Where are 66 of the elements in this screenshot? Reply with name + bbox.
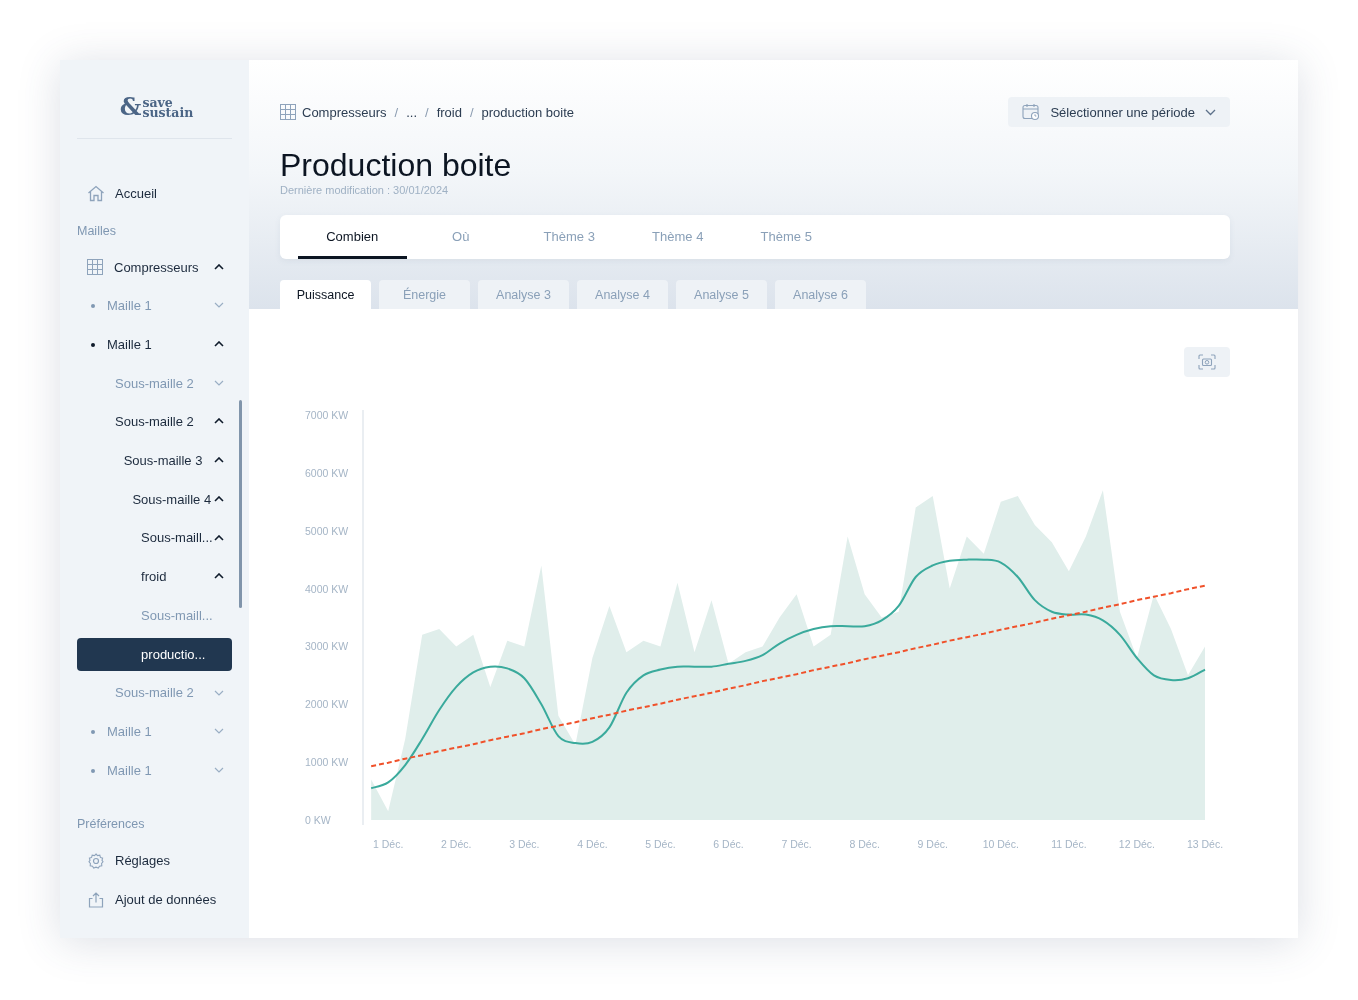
section-label: Mailles: [77, 222, 117, 240]
scrollbar-thumb[interactable]: [239, 399, 242, 608]
y-tick-label: 6000 KW: [305, 466, 349, 479]
chevron-icon: [1205, 108, 1216, 116]
chevron-icon[interactable]: [214, 534, 224, 541]
breadcrumb-link[interactable]: production boite: [481, 104, 575, 120]
tree-item[interactable]: Sous-maille 3: [123, 452, 203, 468]
breadcrumb-separator: /: [425, 104, 429, 120]
nav-item[interactable]: Accueil: [115, 185, 157, 201]
x-tick-label: 7 Déc.: [781, 838, 812, 850]
y-tick-label: 1000 KW: [305, 756, 349, 769]
tree-item[interactable]: Maille 1: [107, 336, 152, 352]
tree-item[interactable]: Sous-maille 4: [132, 491, 212, 507]
x-tick-label: 11 Déc.: [1051, 838, 1087, 850]
chevron-icon[interactable]: [214, 495, 224, 502]
nav-item[interactable]: Réglages: [115, 853, 170, 869]
page-title: Production boite: [280, 146, 513, 184]
settings-icon: [87, 852, 105, 869]
tree-item[interactable]: Compresseurs: [114, 259, 199, 275]
tree-item[interactable]: Sous-maill...: [141, 530, 213, 546]
y-tick-label: 7000 KW: [305, 409, 349, 421]
breadcrumb-link[interactable]: froid: [436, 104, 462, 120]
tab[interactable]: Puissance: [280, 280, 371, 309]
upload-icon: [87, 891, 105, 908]
y-tick-label: 5000 KW: [305, 524, 349, 537]
tree-item[interactable]: froid: [141, 569, 167, 585]
tree-item[interactable]: Sous-maille 2: [115, 414, 194, 430]
x-tick-label: 1 Déc.: [373, 838, 404, 850]
x-tick-label: 4 Déc.: [577, 838, 608, 850]
nav-item[interactable]: Ajout de données: [115, 892, 217, 908]
x-tick-label: 12 Déc.: [1118, 838, 1156, 850]
chevron-icon[interactable]: [214, 341, 224, 348]
tab[interactable]: Combien: [298, 215, 407, 259]
x-tick-label: 6 Déc.: [713, 838, 744, 850]
x-tick-label: 8 Déc.: [849, 838, 880, 850]
y-tick-label: 4000 KW: [305, 582, 349, 595]
last-modified-text: Dernière modification : 30/01/2024: [280, 184, 450, 198]
y-tick-label: 3000 KW: [305, 640, 349, 653]
chevron-icon[interactable]: [214, 263, 224, 270]
x-tick-label: 2 Déc.: [441, 838, 472, 850]
chevron-icon[interactable]: [214, 418, 224, 425]
x-tick-label: 10 Déc.: [982, 838, 1019, 850]
y-tick-label: 0 KW: [305, 814, 331, 826]
chevron-icon[interactable]: [214, 573, 224, 580]
chevron-icon[interactable]: [214, 457, 224, 464]
x-tick-label: 3 Déc.: [509, 838, 540, 850]
breadcrumb-link[interactable]: Compresseurs: [302, 104, 387, 120]
tree-item-selected[interactable]: productio...: [77, 637, 232, 671]
bullet-icon: [91, 304, 95, 309]
period-dropdown[interactable]: Sélectionner une période: [1008, 97, 1230, 127]
home-icon: [87, 184, 105, 202]
camera-icon: [1198, 354, 1216, 370]
bullet-icon: [91, 730, 95, 735]
x-tick-label: 9 Déc.: [917, 838, 948, 850]
calendar-icon: [1022, 103, 1041, 121]
breadcrumb-link[interactable]: ...: [406, 104, 417, 120]
bullet-icon: [91, 343, 95, 348]
grid-icon: [280, 104, 296, 120]
x-tick-label: 5 Déc.: [645, 838, 676, 850]
x-tick-label: 13 Déc.: [1186, 838, 1224, 850]
grid-icon: [87, 259, 103, 276]
y-tick-label: 2000 KW: [305, 698, 349, 711]
breadcrumb-separator: /: [394, 104, 399, 120]
section-label: Préférences: [77, 815, 146, 833]
breadcrumb-separator: /: [469, 104, 474, 120]
bullet-icon: [91, 768, 95, 773]
